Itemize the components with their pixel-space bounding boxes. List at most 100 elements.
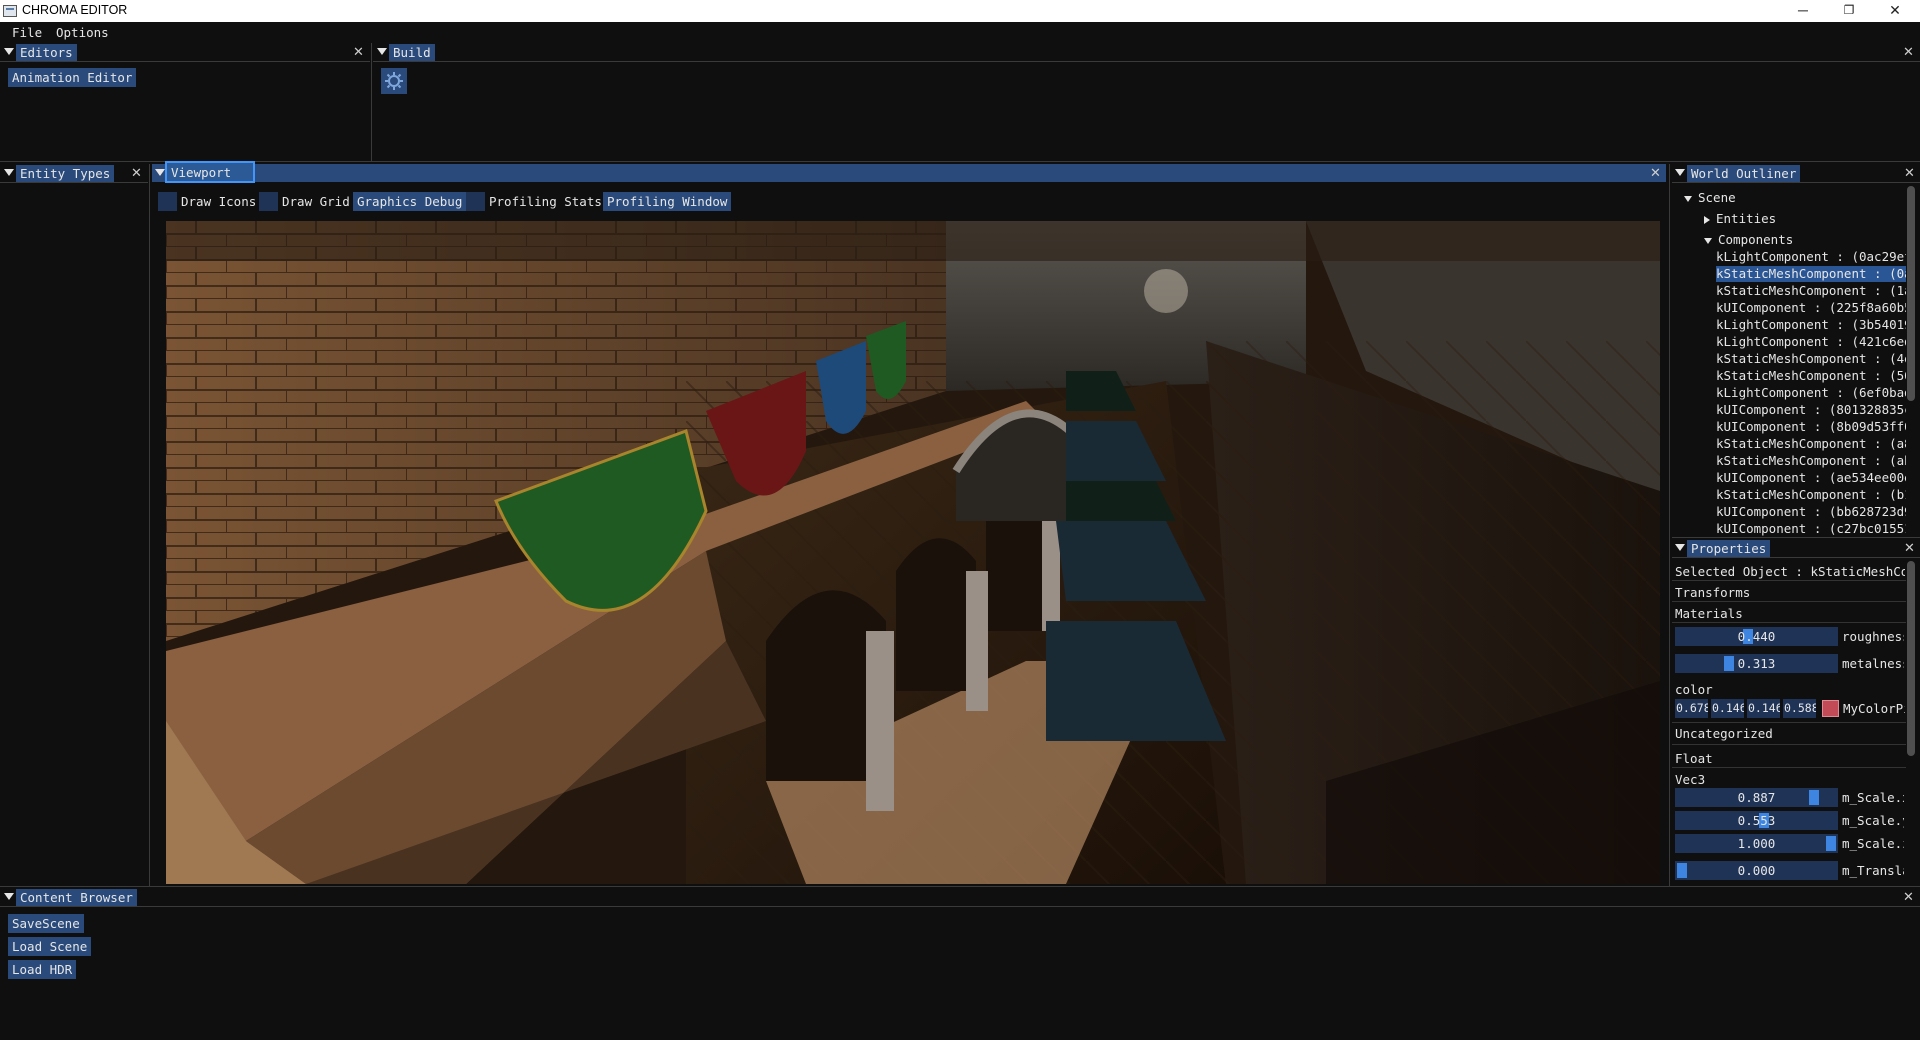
- close-icon[interactable]: ✕: [131, 166, 142, 181]
- minimize-button[interactable]: ─: [1780, 0, 1826, 22]
- scale-x-label: m_Scale.x: [1842, 790, 1904, 805]
- profiling-stats-checkbox[interactable]: [466, 192, 485, 211]
- draw-grid-checkbox[interactable]: [259, 192, 278, 211]
- graphics-debug-button[interactable]: Graphics Debug: [353, 192, 467, 211]
- outliner-scrollbar[interactable]: [1906, 184, 1916, 536]
- list-item[interactable]: kUIComponent : (225f8a60b5c: [1716, 300, 1906, 316]
- scale-z-slider[interactable]: 1.000: [1675, 834, 1838, 853]
- roughness-slider[interactable]: 0.440: [1675, 627, 1838, 646]
- list-item[interactable]: kUIComponent : (c27bc01551d: [1716, 521, 1906, 537]
- collapse-icon[interactable]: [155, 169, 165, 176]
- collapse-icon[interactable]: [1675, 169, 1685, 176]
- close-icon[interactable]: ✕: [1903, 45, 1914, 60]
- vec3-header[interactable]: Vec3: [1675, 772, 1705, 787]
- divider: [1672, 767, 1906, 768]
- close-icon[interactable]: ✕: [1904, 541, 1915, 556]
- collapse-icon[interactable]: [4, 48, 14, 55]
- scrollbar-thumb[interactable]: [1907, 561, 1915, 756]
- build-button[interactable]: [381, 68, 407, 94]
- float-header[interactable]: Float: [1675, 751, 1713, 766]
- animation-editor-button[interactable]: Animation Editor: [8, 68, 137, 87]
- panel-splitter[interactable]: [1669, 164, 1670, 886]
- viewport-render[interactable]: [166, 221, 1660, 884]
- collapse-icon[interactable]: [4, 169, 14, 176]
- list-item[interactable]: kLightComponent : (3b54019f: [1716, 317, 1906, 333]
- draw-icons-checkbox[interactable]: [158, 192, 177, 211]
- metalness-slider[interactable]: 0.313: [1675, 654, 1838, 673]
- panel-splitter[interactable]: [149, 164, 150, 886]
- transforms-header[interactable]: Transforms: [1675, 585, 1750, 600]
- collapse-icon[interactable]: [1675, 544, 1685, 551]
- divider: [1672, 722, 1906, 723]
- close-icon[interactable]: ✕: [353, 45, 364, 60]
- divider: [1672, 622, 1906, 623]
- collapse-icon[interactable]: [4, 893, 14, 900]
- world-outliner-panel-header: World Outliner ✕: [1672, 164, 1920, 182]
- list-item[interactable]: kStaticMeshComponent : (ab0: [1716, 453, 1906, 469]
- slider-value: 0.000: [1737, 863, 1776, 878]
- tab-world-outliner[interactable]: World Outliner: [1687, 165, 1801, 182]
- divider: [0, 161, 1920, 162]
- tab-build[interactable]: Build: [389, 44, 435, 61]
- materials-header[interactable]: Materials: [1675, 606, 1743, 621]
- scale-y-slider[interactable]: 0.553: [1675, 811, 1838, 830]
- profiling-window-button[interactable]: Profiling Window: [603, 192, 732, 211]
- list-item[interactable]: kUIComponent : (8b09d53ff0b: [1716, 419, 1906, 435]
- tree-node-entities[interactable]: Entities: [1704, 211, 1776, 227]
- color-swatch[interactable]: [1822, 700, 1839, 717]
- tab-content-browser[interactable]: Content Browser: [16, 889, 137, 906]
- translate-slider[interactable]: 0.000: [1675, 861, 1838, 880]
- list-item[interactable]: kStaticMeshComponent : (1ac: [1716, 283, 1906, 299]
- color-label: color: [1675, 682, 1713, 697]
- color-b-input[interactable]: 0.146: [1747, 699, 1780, 718]
- tree-node-scene[interactable]: Scene: [1684, 190, 1736, 206]
- window-title: CHROMA EDITOR: [22, 3, 128, 17]
- restore-button[interactable]: ❐: [1826, 0, 1872, 22]
- collapse-icon[interactable]: [377, 48, 387, 55]
- tab-properties[interactable]: Properties: [1687, 540, 1771, 557]
- list-item[interactable]: kStaticMeshComponent : (4ef: [1716, 351, 1906, 367]
- properties-scrollbar[interactable]: [1906, 559, 1916, 884]
- close-button[interactable]: ✕: [1872, 0, 1918, 22]
- divider: [1672, 182, 1920, 183]
- tab-viewport[interactable]: Viewport: [165, 161, 255, 183]
- list-item[interactable]: kStaticMeshComponent : (b1f: [1716, 487, 1906, 503]
- tree-node-label: Entities: [1716, 211, 1777, 226]
- close-icon[interactable]: ✕: [1903, 890, 1914, 905]
- scrollbar-thumb[interactable]: [1907, 186, 1915, 401]
- save-scene-button[interactable]: SaveScene: [8, 914, 84, 933]
- draw-icons-label: Draw Icons: [181, 194, 257, 209]
- list-item[interactable]: kUIComponent : (bb628723d95: [1716, 504, 1906, 520]
- tree-node-components[interactable]: Components: [1704, 232, 1793, 248]
- divider: [1672, 601, 1906, 602]
- uncategorized-header[interactable]: Uncategorized: [1675, 726, 1773, 741]
- list-item[interactable]: kLightComponent : (6ef0badb: [1716, 385, 1906, 401]
- list-item[interactable]: kStaticMeshComponent : (a8a: [1716, 436, 1906, 452]
- list-item[interactable]: kLightComponent : (421c6ed2: [1716, 334, 1906, 350]
- list-item[interactable]: kStaticMeshComponent : (567: [1716, 368, 1906, 384]
- scale-x-slider[interactable]: 0.887: [1675, 788, 1838, 807]
- color-g-input[interactable]: 0.146: [1711, 699, 1744, 718]
- app-icon: [3, 5, 17, 17]
- list-item-selected[interactable]: kStaticMeshComponent : (0ac: [1716, 266, 1906, 282]
- viewport-panel-header: Viewport ✕: [152, 161, 1666, 183]
- list-item[interactable]: kUIComponent : (ae534ee00ee: [1716, 470, 1906, 486]
- tab-editors[interactable]: Editors: [16, 44, 77, 61]
- list-item[interactable]: kLightComponent : (0ac29ef5: [1716, 249, 1906, 265]
- chevron-right-icon: [1704, 215, 1710, 224]
- translate-label: m_Translate: [1842, 863, 1904, 878]
- color-a-input[interactable]: 0.588: [1783, 699, 1816, 718]
- menu-file[interactable]: File: [12, 25, 42, 40]
- list-item[interactable]: kUIComponent : (801328835c0: [1716, 402, 1906, 418]
- color-r-input[interactable]: 0.678: [1675, 699, 1708, 718]
- entity-types-panel-header: Entity Types ✕: [0, 164, 148, 182]
- load-scene-button[interactable]: Load Scene: [8, 937, 92, 956]
- gear-icon: [385, 72, 403, 90]
- tab-entity-types[interactable]: Entity Types: [16, 165, 115, 182]
- panel-splitter[interactable]: [371, 43, 372, 161]
- close-icon[interactable]: ✕: [1650, 166, 1661, 181]
- draw-grid-label: Draw Grid: [282, 194, 350, 209]
- close-icon[interactable]: ✕: [1904, 166, 1915, 181]
- load-hdr-button[interactable]: Load HDR: [8, 960, 77, 979]
- menu-options[interactable]: Options: [56, 25, 109, 40]
